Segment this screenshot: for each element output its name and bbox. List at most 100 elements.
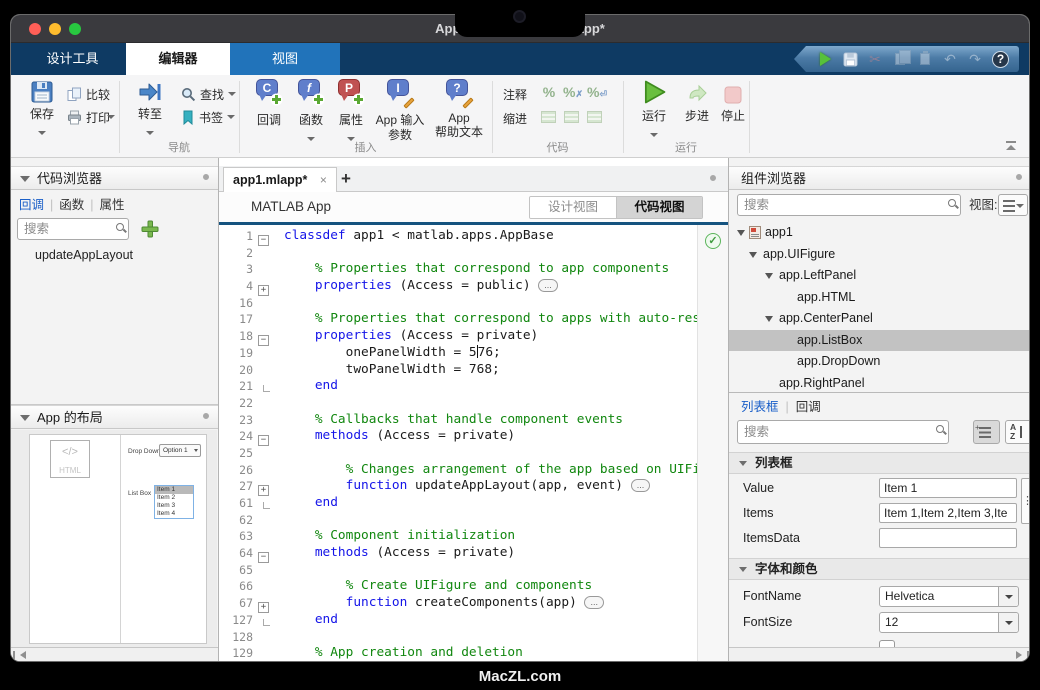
- scroll-left-icon[interactable]: [16, 651, 26, 659]
- fold-column[interactable]: [258, 248, 273, 259]
- tab-listbox-properties[interactable]: 列表框: [741, 400, 779, 414]
- indent-right-icon[interactable]: [564, 111, 579, 123]
- fold-column[interactable]: −: [258, 331, 273, 342]
- horizontal-scrollbar[interactable]: [11, 647, 218, 661]
- html-component-preview[interactable]: </> HTML: [50, 440, 90, 478]
- tree-item[interactable]: app.DropDown: [729, 351, 1030, 373]
- code-line[interactable]: 25: [219, 445, 697, 462]
- collapsed-code-icon[interactable]: ...: [538, 279, 558, 292]
- listbox-preview[interactable]: Item 1Item 2Item 3Item 4: [154, 485, 194, 519]
- bookmark-dropdown-icon[interactable]: [227, 115, 235, 119]
- code-line[interactable]: 19 onePanelWidth = 576;: [219, 345, 697, 362]
- fold-column[interactable]: [258, 648, 273, 659]
- step-button[interactable]: 步进: [679, 84, 715, 124]
- add-callback-button[interactable]: [139, 218, 161, 240]
- app-input-args-button[interactable]: I App 输入 参数: [373, 79, 427, 143]
- tree-item[interactable]: app.UIFigure: [729, 244, 1030, 266]
- code-browser-tab[interactable]: 回调: [19, 198, 44, 212]
- save-dropdown-icon[interactable]: [38, 131, 46, 135]
- code-line[interactable]: 67+ function createComponents(app) ...: [219, 595, 697, 612]
- comment-icon[interactable]: %: [539, 84, 559, 100]
- property-value-input[interactable]: [879, 503, 1017, 523]
- code-view-button[interactable]: 代码视图: [616, 197, 702, 218]
- save-button[interactable]: 保存: [19, 80, 65, 140]
- panel-menu-icon[interactable]: [203, 413, 209, 419]
- list-item[interactable]: updateAppLayout: [11, 246, 217, 264]
- fold-column[interactable]: [258, 348, 273, 359]
- document-tab[interactable]: app1.mlapp* ×: [223, 167, 337, 192]
- section-listbox[interactable]: 列表框: [729, 452, 1030, 474]
- code-line[interactable]: 1−classdef app1 < matlab.apps.AppBase: [219, 228, 697, 245]
- view-mode-dropdown[interactable]: [998, 194, 1028, 216]
- search-input[interactable]: [737, 194, 961, 216]
- fold-column[interactable]: +: [258, 481, 273, 492]
- tab-callbacks[interactable]: 回调: [796, 400, 821, 414]
- chevron-expanded-icon[interactable]: [737, 230, 745, 236]
- code-editor[interactable]: 1−classdef app1 < matlab.apps.AppBase23 …: [219, 225, 728, 661]
- fold-column[interactable]: +: [258, 598, 273, 609]
- search-input[interactable]: [17, 218, 129, 240]
- fold-column[interactable]: [258, 298, 273, 309]
- code-line[interactable]: 21 end: [219, 378, 697, 395]
- bookmark-button[interactable]: 书签: [181, 108, 235, 126]
- new-tab-button[interactable]: +: [341, 166, 351, 191]
- collapsed-code-icon[interactable]: ...: [584, 596, 604, 609]
- code-line[interactable]: 27+ function updateAppLayout(app, event)…: [219, 478, 697, 495]
- code-line[interactable]: 26 % Changes arrangement of the app base…: [219, 462, 697, 479]
- collapse-ribbon-button[interactable]: [1005, 141, 1017, 151]
- code-line[interactable]: 2: [219, 245, 697, 262]
- fold-column[interactable]: [258, 398, 273, 409]
- tree-item[interactable]: app.HTML: [729, 287, 1030, 309]
- run-button[interactable]: 运行: [631, 78, 677, 142]
- smart-indent-icon[interactable]: [541, 111, 556, 123]
- code-line[interactable]: 65: [219, 562, 697, 579]
- code-line[interactable]: 61 end: [219, 495, 697, 512]
- dropdown-preview[interactable]: Option 1: [159, 444, 201, 457]
- fold-column[interactable]: [258, 448, 273, 459]
- insert-property-button[interactable]: P 属性: [331, 79, 371, 146]
- fold-column[interactable]: [258, 365, 273, 376]
- goto-button[interactable]: 转至: [127, 80, 173, 140]
- code-browser-tab[interactable]: 函数: [59, 198, 84, 212]
- goto-dropdown-icon[interactable]: [146, 131, 154, 135]
- fold-column[interactable]: [258, 632, 273, 643]
- print-button[interactable]: 打印: [67, 108, 110, 126]
- fold-column[interactable]: +: [258, 281, 273, 292]
- fold-column[interactable]: −: [258, 431, 273, 442]
- cut-icon[interactable]: ✂: [867, 51, 883, 67]
- code-line[interactable]: 3 % Properties that correspond to app co…: [219, 261, 697, 278]
- collapsed-code-icon[interactable]: ...: [631, 479, 651, 492]
- help-button[interactable]: ?: [992, 51, 1009, 68]
- panel-menu-icon[interactable]: [203, 174, 209, 180]
- property-value-input[interactable]: [879, 528, 1017, 548]
- tab-strip-menu-icon[interactable]: [710, 175, 716, 181]
- dropdown-button[interactable]: [998, 613, 1018, 632]
- fold-column[interactable]: [258, 264, 273, 275]
- sort-alpha-button[interactable]: AZ: [1005, 420, 1030, 444]
- code-line[interactable]: 23 % Callbacks that handle component eve…: [219, 412, 697, 429]
- fold-column[interactable]: [258, 498, 273, 509]
- search-input[interactable]: [737, 420, 949, 444]
- property-menu-button[interactable]: ⋮: [1021, 478, 1030, 524]
- app-help-text-button[interactable]: ? App 帮助文本: [431, 79, 487, 140]
- fold-column[interactable]: −: [258, 231, 273, 242]
- insert-function-button[interactable]: f 函数: [291, 79, 331, 146]
- design-view-button[interactable]: 设计视图: [530, 197, 616, 218]
- code-line[interactable]: 127 end: [219, 612, 697, 629]
- quick-run-button[interactable]: [817, 51, 833, 67]
- tab-editor[interactable]: 编辑器: [126, 43, 230, 75]
- chevron-expanded-icon[interactable]: [765, 273, 773, 279]
- paste-icon[interactable]: [917, 51, 933, 67]
- category-view-button[interactable]: [973, 420, 1000, 444]
- collapse-icon[interactable]: [739, 567, 747, 572]
- code-line[interactable]: 62: [219, 512, 697, 529]
- code-line[interactable]: 22: [219, 395, 697, 412]
- code-line[interactable]: 16: [219, 295, 697, 312]
- tab-view[interactable]: 视图: [230, 43, 340, 75]
- panel-menu-icon[interactable]: [1016, 174, 1022, 180]
- tree-item[interactable]: app.RightPanel: [729, 373, 1030, 393]
- fold-column[interactable]: [258, 381, 273, 392]
- collapse-icon[interactable]: [20, 176, 30, 182]
- property-value-input[interactable]: [879, 478, 1017, 498]
- fold-column[interactable]: −: [258, 548, 273, 559]
